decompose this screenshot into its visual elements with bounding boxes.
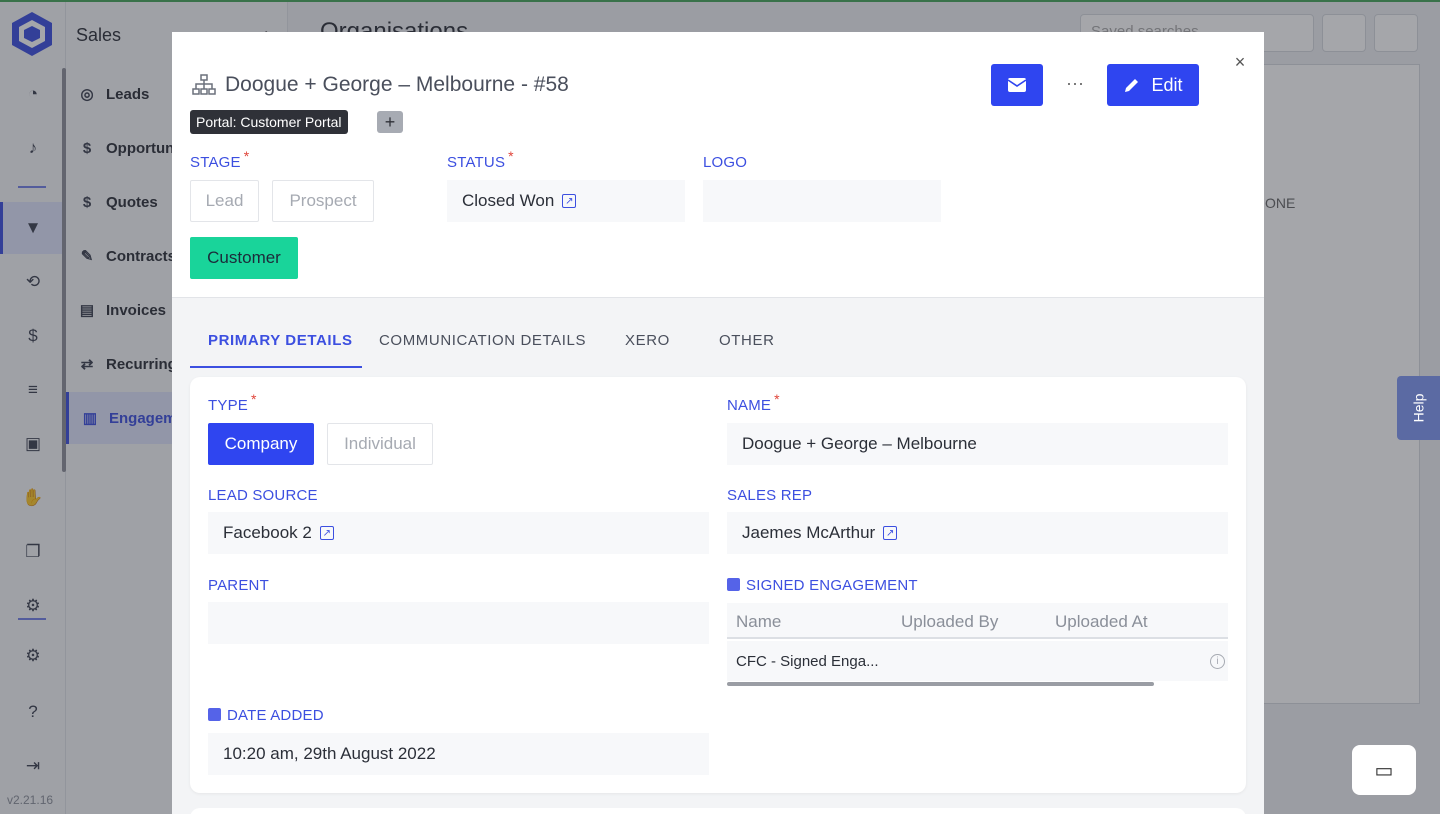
column-name: Name [736, 612, 782, 631]
logo-field[interactable] [703, 180, 941, 222]
email-button[interactable] [991, 64, 1043, 106]
stage-option-lead[interactable]: Lead [190, 180, 259, 222]
portal-tag: Portal: Customer Portal [190, 110, 348, 134]
sales-rep-field[interactable]: Jaemes McArthur ↗ [727, 512, 1228, 554]
primary-details-card: TYPE * Company Individual NAME * Doogue + … [190, 377, 1246, 793]
close-modal-button[interactable]: × [1230, 52, 1250, 72]
active-tab-underline [190, 366, 362, 368]
more-options-button[interactable]: ··· [1062, 70, 1088, 96]
add-portal-button[interactable]: + [377, 111, 403, 133]
name-label: NAME * [727, 391, 780, 414]
help-tab[interactable]: Help [1397, 376, 1440, 440]
info-icon[interactable]: i [1210, 654, 1225, 669]
pencil-icon [1125, 79, 1139, 92]
external-link-icon[interactable]: ↗ [562, 194, 577, 208]
parent-label: PARENT [208, 577, 269, 594]
lead-source-label: LEAD SOURCE [208, 487, 318, 504]
stage-label: STAGE * [190, 148, 250, 171]
type-option-company[interactable]: Company [208, 423, 314, 465]
column-uploaded-at: Uploaded At [1055, 612, 1148, 631]
screen-toggle-button[interactable]: ▭ [1352, 745, 1416, 795]
calendar-icon [727, 578, 740, 591]
sales-rep-label: SALES REP [727, 487, 813, 504]
column-uploaded-by: Uploaded By [901, 612, 999, 631]
external-link-icon[interactable]: ↗ [319, 526, 334, 540]
tab-other[interactable]: OTHER [719, 332, 775, 358]
stage-option-customer[interactable]: Customer [190, 237, 298, 279]
logo-label: LOGO [703, 154, 748, 171]
calendar-icon [208, 708, 221, 721]
lead-source-field[interactable]: Facebook 2 ↗ [208, 512, 709, 554]
tab-communication-details[interactable]: COMMUNICATION DETAILS [379, 332, 586, 358]
status-field[interactable]: Closed Won ↗ [447, 180, 685, 222]
parent-field[interactable] [208, 602, 709, 644]
type-option-individual[interactable]: Individual [327, 423, 433, 465]
organisation-title: Doogue + George – Melbourne - #58 [225, 73, 569, 96]
name-field[interactable]: Doogue + George – Melbourne [727, 423, 1228, 465]
edit-button[interactable]: Edit [1107, 64, 1199, 106]
secondary-card [190, 808, 1246, 814]
status-label: STATUS * [447, 148, 514, 171]
external-link-icon[interactable]: ↗ [883, 526, 898, 540]
signed-engagement-table-header: Name Uploaded By Uploaded At [727, 603, 1228, 639]
tab-xero[interactable]: XERO [625, 332, 670, 358]
type-label: TYPE * [208, 391, 257, 414]
stage-option-prospect[interactable]: Prospect [272, 180, 374, 222]
file-name[interactable]: CFC - Signed Enga... [736, 653, 879, 670]
date-added-label: DATE ADDED [208, 707, 324, 724]
table-row[interactable]: CFC - Signed Enga... i [727, 641, 1228, 681]
monitor-icon: ▭ [1374, 759, 1394, 782]
signed-engagement-label: SIGNED ENGAGEMENT [727, 577, 918, 594]
org-hierarchy-icon [192, 74, 216, 95]
envelope-icon [1007, 78, 1027, 92]
organisation-modal: Doogue + George – Melbourne - #58 Portal… [172, 32, 1264, 814]
modal-header: Doogue + George – Melbourne - #58 Portal… [172, 32, 1264, 298]
date-added-field: 10:20 am, 29th August 2022 [208, 733, 709, 775]
tab-primary-details[interactable]: PRIMARY DETAILS [208, 332, 353, 358]
table-horizontal-scrollbar[interactable] [727, 682, 1154, 686]
